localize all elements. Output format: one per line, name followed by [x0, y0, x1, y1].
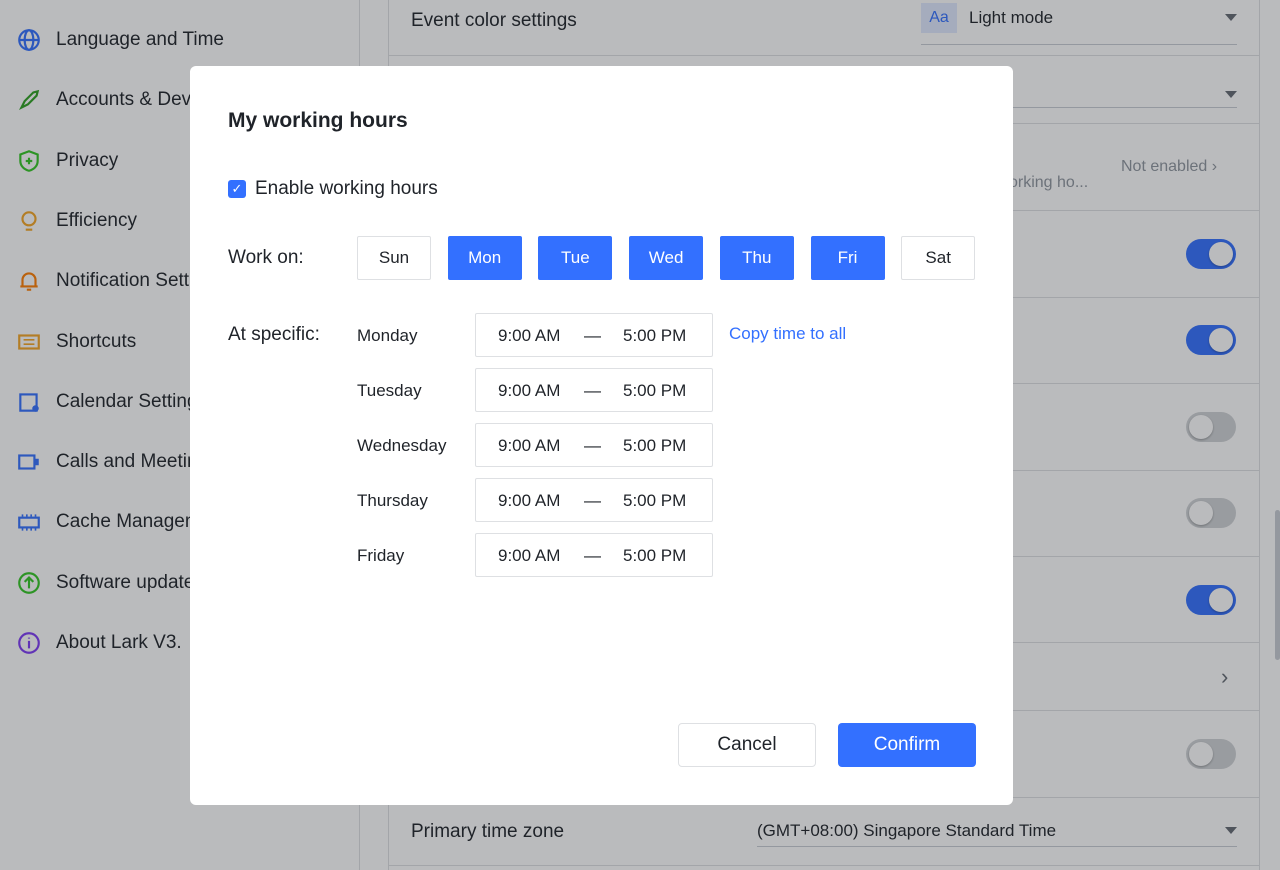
end-time[interactable]: 5:00 PM: [623, 326, 686, 346]
day-toggle-wed[interactable]: Wed: [629, 236, 704, 280]
copy-time-to-all-link[interactable]: Copy time to all: [729, 324, 846, 344]
schedule-day-label: Wednesday: [357, 436, 447, 455]
time-separator: —: [584, 381, 601, 400]
day-toggle-thu[interactable]: Thu: [719, 236, 794, 280]
dialog-title: My working hours: [228, 109, 408, 132]
day-toggle-sat[interactable]: Sat: [901, 236, 976, 280]
time-range-picker[interactable]: 9:00 AM — 5:00 PM: [475, 313, 713, 357]
work-on-label: Work on:: [228, 247, 304, 268]
time-separator: —: [584, 436, 601, 455]
schedule-day-label: Tuesday: [357, 381, 422, 400]
schedule-day-label: Friday: [357, 546, 405, 565]
end-time[interactable]: 5:00 PM: [623, 491, 686, 511]
day-toggle-tue[interactable]: Tue: [538, 236, 613, 280]
time-separator: —: [584, 326, 601, 345]
start-time[interactable]: 9:00 AM: [498, 491, 560, 511]
time-range-picker[interactable]: 9:00 AM — 5:00 PM: [475, 423, 713, 467]
cancel-button[interactable]: Cancel: [678, 723, 816, 767]
start-time[interactable]: 9:00 AM: [498, 326, 560, 346]
end-time[interactable]: 5:00 PM: [623, 546, 686, 566]
start-time[interactable]: 9:00 AM: [498, 381, 560, 401]
time-separator: —: [584, 491, 601, 510]
confirm-button[interactable]: Confirm: [838, 723, 976, 767]
time-range-picker[interactable]: 9:00 AM — 5:00 PM: [475, 368, 713, 412]
time-range-picker[interactable]: 9:00 AM — 5:00 PM: [475, 533, 713, 577]
at-specific-label: At specific:: [228, 324, 320, 345]
enable-working-hours-label[interactable]: Enable working hours: [255, 178, 438, 200]
time-range-picker[interactable]: 9:00 AM — 5:00 PM: [475, 478, 713, 522]
working-hours-dialog: My working hours ✓ Enable working hours …: [190, 66, 1013, 805]
time-separator: —: [584, 546, 601, 565]
start-time[interactable]: 9:00 AM: [498, 546, 560, 566]
enable-working-hours-checkbox[interactable]: ✓: [228, 180, 246, 198]
end-time[interactable]: 5:00 PM: [623, 381, 686, 401]
day-toggle-fri[interactable]: Fri: [810, 236, 885, 280]
schedule-day-label: Thursday: [357, 491, 428, 510]
schedule-day-label: Monday: [357, 326, 418, 345]
start-time[interactable]: 9:00 AM: [498, 436, 560, 456]
end-time[interactable]: 5:00 PM: [623, 436, 686, 456]
check-icon: ✓: [231, 181, 243, 196]
day-toggle-mon[interactable]: Mon: [447, 236, 522, 280]
day-toggle-sun[interactable]: Sun: [357, 236, 431, 280]
